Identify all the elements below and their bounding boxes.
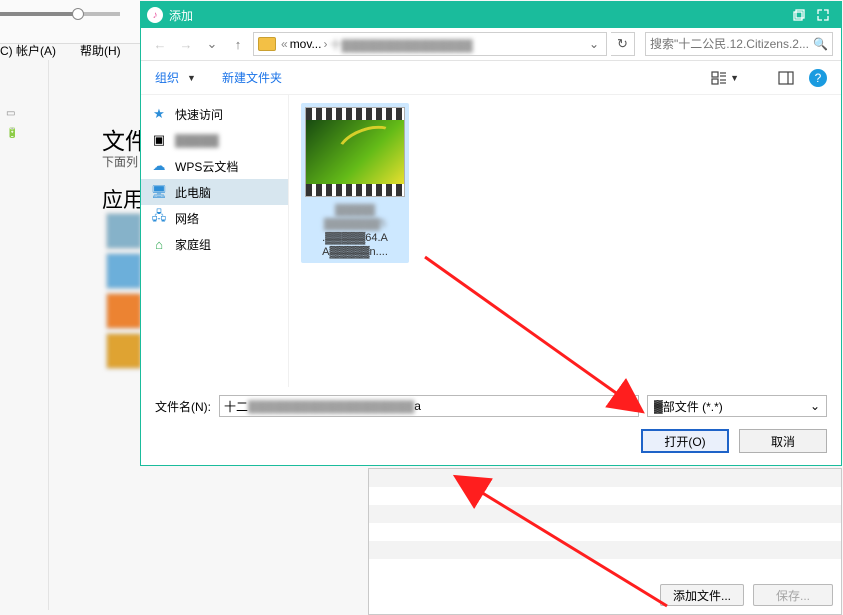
sidebar-item-label: WPS云文档 [175, 158, 238, 175]
open-button[interactable]: 打开(O) [641, 429, 729, 453]
restore-icon[interactable] [787, 5, 811, 25]
search-input[interactable] [650, 37, 809, 51]
sidebar-item-label: 家庭组 [175, 236, 211, 253]
filename-drop-icon[interactable]: ⌄ [624, 399, 634, 413]
star-icon: ★ [151, 106, 167, 122]
sidebar-item-label: 网络 [175, 210, 199, 227]
sidebar-item-quick[interactable]: ★ 快速访问 [141, 101, 288, 127]
sidebar-item-label: 快速访问 [175, 106, 223, 123]
volume-slider[interactable] [0, 12, 120, 16]
dialog-title: 添加 [169, 7, 193, 24]
sidebar-item-label: ▓▓▓▓▓ [175, 133, 219, 147]
sidebar-item-blur[interactable]: ▣ ▓▓▓▓▓ [141, 127, 288, 153]
view-drop-icon[interactable]: ▼ [730, 73, 739, 83]
homegroup-icon: ⌂ [151, 236, 167, 252]
menu-account[interactable]: C) 帐户(A) [0, 42, 56, 59]
organize-button[interactable]: 组织 [155, 69, 179, 86]
dialog-footer: 文件名(N): 十二 ▓▓▓▓▓▓▓▓▓▓▓▓▓▓▓▓▓▓▓ a ⌄ ▓部文件 … [141, 387, 841, 467]
battery-icon: ▭ [6, 108, 15, 119]
sidebar-item-thispc[interactable]: 🖥 此电脑 [141, 179, 288, 205]
filetype-select[interactable]: ▓部文件 (*.*) ⌄ [647, 395, 827, 417]
dialog-titlebar[interactable]: ♪ 添加 [141, 2, 841, 28]
generic-icon: ▣ [151, 132, 167, 148]
path-drop-icon[interactable]: ⌄ [586, 37, 602, 51]
video-thumb [305, 107, 405, 197]
filename-label: 文件名(N): [155, 398, 211, 415]
sidebar-item-homegroup[interactable]: ⌂ 家庭组 [141, 231, 288, 257]
search-icon[interactable]: 🔍 [813, 37, 828, 51]
forward-icon[interactable]: → [175, 33, 197, 55]
dialog-toolbar: 组织 ▼ 新建文件夹 ▼ ? [141, 61, 841, 95]
refresh-icon[interactable]: ↻ [611, 32, 635, 56]
folder-icon [258, 37, 276, 51]
app-icon: ♪ [147, 7, 163, 23]
help-icon[interactable]: ? [809, 69, 827, 87]
sidebar: ★ 快速访问 ▣ ▓▓▓▓▓ ☁ WPS云文档 🖥 此电脑 🖧 网络 ⌂ 家庭组 [141, 95, 289, 387]
search-box[interactable]: 🔍 [645, 32, 833, 56]
app-thumb[interactable] [106, 213, 142, 249]
view-mode-icon[interactable] [708, 67, 730, 89]
heading-apps: 应用 [102, 184, 144, 214]
up-icon[interactable]: ↑ [227, 33, 249, 55]
battery-green-icon: 🔋 [6, 128, 18, 139]
maximize-icon[interactable] [811, 5, 835, 25]
subheading: 下面列 [102, 153, 138, 170]
network-icon: 🖧 [151, 210, 167, 226]
save-button[interactable]: 保存... [753, 584, 833, 606]
cloud-icon: ☁ [151, 158, 167, 174]
pc-icon: 🖥 [151, 184, 167, 200]
new-folder-button[interactable]: 新建文件夹 [222, 69, 282, 86]
preview-pane-icon[interactable] [775, 67, 797, 89]
app-thumb-list [106, 213, 142, 373]
sidebar-item-label: 此电脑 [175, 184, 211, 201]
path-input[interactable]: « mov... › 十▓▓▓▓▓▓▓▓▓▓▓▓▓▓▓ ⌄ [253, 32, 607, 56]
history-drop-icon[interactable]: ⌄ [201, 33, 223, 55]
file-name: ▓▓▓▓▓ ▓▓▓▓▓▓▓5 .▓▓▓▓▓64.A A▓▓▓▓▓n.... [305, 203, 405, 259]
app-thumb[interactable] [106, 293, 142, 329]
filetype-drop-icon[interactable]: ⌄ [810, 399, 820, 413]
organize-drop-icon[interactable]: ▼ [187, 73, 196, 83]
app-thumb[interactable] [106, 253, 142, 289]
menu-help[interactable]: 帮助(H) [80, 42, 121, 59]
dialog-navbar: ← → ⌄ ↑ « mov... › 十▓▓▓▓▓▓▓▓▓▓▓▓▓▓▓ ⌄ ↻ … [141, 28, 841, 61]
cancel-button[interactable]: 取消 [739, 429, 827, 453]
file-open-dialog: ♪ 添加 ← → ⌄ ↑ « mov... › 十▓▓▓▓▓▓▓▓▓▓▓▓▓▓▓… [140, 1, 842, 466]
file-tile[interactable]: ▓▓▓▓▓ ▓▓▓▓▓▓▓5 .▓▓▓▓▓64.A A▓▓▓▓▓n.... [301, 103, 409, 263]
add-file-button[interactable]: 添加文件... [660, 584, 744, 606]
file-area[interactable]: ▓▓▓▓▓ ▓▓▓▓▓▓▓5 .▓▓▓▓▓64.A A▓▓▓▓▓n.... [289, 95, 841, 387]
sidebar-item-wps[interactable]: ☁ WPS云文档 [141, 153, 288, 179]
app-thumb[interactable] [106, 333, 142, 369]
filename-input[interactable]: 十二 ▓▓▓▓▓▓▓▓▓▓▓▓▓▓▓▓▓▓▓ a ⌄ [219, 395, 639, 417]
back-icon[interactable]: ← [149, 33, 171, 55]
sidebar-item-network[interactable]: 🖧 网络 [141, 205, 288, 231]
